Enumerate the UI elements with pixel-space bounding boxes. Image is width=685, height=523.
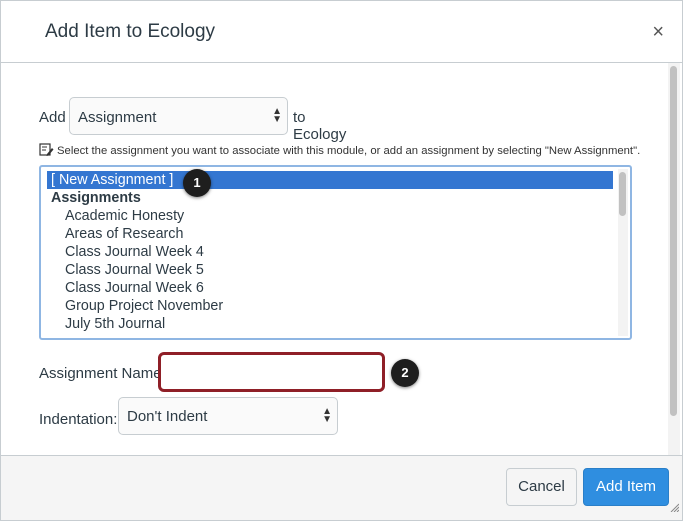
dialog-body: Add Assignment ▲ ▼ to Ecology Select the … bbox=[1, 63, 669, 455]
close-icon[interactable]: × bbox=[652, 21, 664, 43]
list-item[interactable]: Class Journal Week 5 bbox=[47, 261, 613, 279]
to-module-label: to Ecology bbox=[293, 109, 347, 143]
indentation-value: Don't Indent bbox=[127, 408, 208, 425]
list-item[interactable]: July 5th Journal bbox=[47, 315, 613, 333]
updown-arrows-icon: ▲ ▼ bbox=[272, 106, 282, 125]
add-item-dialog: Add Item to Ecology × Add Assignment ▲ ▼ … bbox=[0, 0, 683, 521]
assignment-listbox[interactable]: [ New Assignment ] Assignments Academic … bbox=[39, 165, 632, 340]
list-item[interactable]: Class Journal Week 6 bbox=[47, 279, 613, 297]
item-type-select[interactable]: Assignment ▲ ▼ bbox=[69, 97, 288, 135]
list-item[interactable]: Class Journal Week 4 bbox=[47, 243, 613, 261]
add-item-button[interactable]: Add Item bbox=[583, 468, 669, 506]
resize-grip-icon[interactable] bbox=[669, 499, 680, 517]
add-label: Add bbox=[39, 109, 66, 126]
list-item[interactable]: Group Project November bbox=[47, 297, 613, 315]
option-new-assignment[interactable]: [ New Assignment ] bbox=[47, 171, 613, 189]
dialog-scrollbar[interactable] bbox=[668, 63, 680, 455]
instructions-text: Select the assignment you want to associ… bbox=[57, 144, 641, 157]
updown-arrows-icon: ▲ ▼ bbox=[322, 406, 332, 425]
dialog-scroll-thumb[interactable] bbox=[670, 66, 677, 416]
indentation-select[interactable]: Don't Indent ▲ ▼ bbox=[118, 397, 338, 435]
list-item[interactable]: Academic Honesty bbox=[47, 207, 613, 225]
instructions: Select the assignment you want to associ… bbox=[39, 142, 640, 160]
assignment-name-label: Assignment Name: bbox=[39, 365, 166, 382]
listbox-scroll-thumb[interactable] bbox=[619, 172, 626, 216]
callout-badge-1: 1 bbox=[183, 169, 211, 197]
item-type-value: Assignment bbox=[78, 109, 157, 126]
dialog-header: Add Item to Ecology × bbox=[1, 1, 682, 63]
option-group-assignments: Assignments bbox=[51, 190, 141, 206]
edit-note-icon bbox=[39, 142, 54, 160]
indentation-label: Indentation: bbox=[39, 411, 118, 428]
dialog-footer: Cancel Add Item bbox=[1, 455, 682, 520]
cancel-button[interactable]: Cancel bbox=[506, 468, 577, 506]
assignment-options: [ New Assignment ] Assignments Academic … bbox=[47, 171, 613, 333]
callout-badge-2: 2 bbox=[391, 359, 419, 387]
list-item[interactable]: Areas of Research bbox=[47, 225, 613, 243]
assignment-name-input[interactable] bbox=[158, 352, 385, 392]
listbox-scrollbar[interactable] bbox=[618, 169, 628, 336]
dialog-title: Add Item to Ecology bbox=[45, 21, 216, 42]
